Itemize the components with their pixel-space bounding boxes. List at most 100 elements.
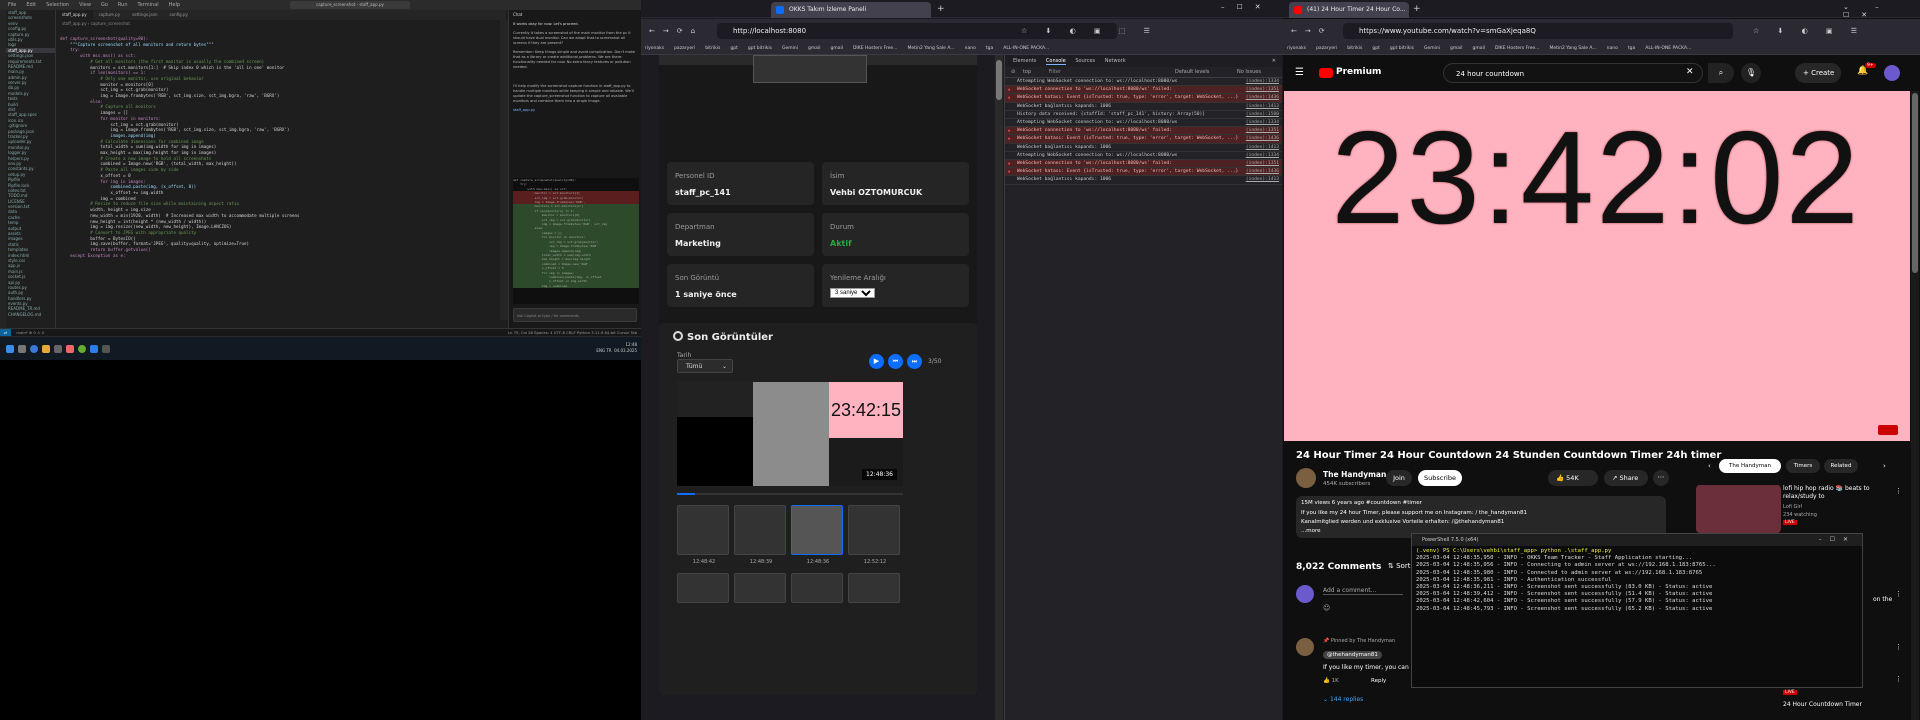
thumb-item[interactable]: 12:48:42 xyxy=(677,505,729,565)
chip-related[interactable]: Related xyxy=(1824,459,1858,473)
explorer-item[interactable]: CHANGELOG.md xyxy=(6,312,55,317)
tab-console[interactable]: Console xyxy=(1045,58,1066,65)
premium-logo[interactable]: Premium xyxy=(1336,67,1381,77)
bookmark-item[interactable]: Gemini xyxy=(782,46,798,51)
date-filter-select[interactable]: Tümü ⌄ xyxy=(677,359,733,373)
console-line[interactable]: WebSocket bağlantısı kapandı: 1006 (index… xyxy=(1005,144,1282,152)
channel-watermark[interactable] xyxy=(1878,425,1898,435)
console-line[interactable]: WebSocket bağlantısı kapandı: 1006 (index… xyxy=(1005,103,1282,111)
thumb-item[interactable] xyxy=(677,573,729,603)
code-line[interactable]: except Exception as e: xyxy=(60,253,500,259)
console-source-link[interactable]: (index):1334 xyxy=(1246,79,1279,84)
console-source-link[interactable]: (index):1334 xyxy=(1246,153,1279,158)
youtube-logo-icon[interactable] xyxy=(1319,68,1333,78)
more-options-icon[interactable]: ⋮ xyxy=(1895,487,1902,495)
recommended-title[interactable]: lofi hip hop radio 📚 beats to relax/stud… xyxy=(1783,485,1893,501)
minimap[interactable] xyxy=(500,20,508,320)
commenter-avatar[interactable] xyxy=(1296,638,1314,656)
console-line[interactable]: WebSocket hatası: Event {isTrusted: true… xyxy=(1005,168,1282,177)
reply-button[interactable]: Reply xyxy=(1371,678,1386,684)
bookmark-item[interactable]: gmail xyxy=(1450,46,1463,51)
console-line[interactable]: WebSocket connection to 'ws://localhost:… xyxy=(1005,86,1282,95)
refresh-interval-select[interactable]: 3 saniye xyxy=(830,288,875,298)
window-controls[interactable]: ⌄ –☐✕ xyxy=(1843,3,1920,19)
chip-next-icon[interactable]: › xyxy=(1883,462,1886,470)
thumb-item[interactable] xyxy=(791,573,843,603)
new-tab-button[interactable]: + xyxy=(937,4,945,14)
bookmark-item[interactable]: gmail xyxy=(1472,46,1485,51)
tab-youtube[interactable]: (41) 24 Hour Timer 24 Hour Co... xyxy=(1289,2,1409,18)
comment-author[interactable]: @thehandyman81 xyxy=(1323,651,1382,659)
bookmark-item[interactable]: gmail xyxy=(830,46,843,51)
join-button[interactable]: Join xyxy=(1386,470,1412,486)
context-select[interactable]: top xyxy=(1023,69,1031,75)
bookmark-item[interactable]: ALL-IN-ONE PACKA... xyxy=(1645,46,1691,51)
console-source-link[interactable]: (index):1436 xyxy=(1246,169,1279,174)
bookmarks-bar[interactable]: riyonaks pazaryeri bitrikis gpt gpt bitrikis… xyxy=(1283,43,1920,55)
share-button[interactable]: ↗ Share xyxy=(1604,470,1648,486)
tab-elements[interactable]: Elements xyxy=(1013,58,1036,64)
search-icon[interactable]: ⌕ xyxy=(1708,63,1734,83)
menu-item[interactable]: Edit xyxy=(26,2,36,8)
close-icon[interactable]: ✕ xyxy=(1272,55,1276,67)
recommended-title[interactable]: 24 Hour Countdown Timer xyxy=(1783,701,1862,708)
console-line[interactable]: Attempting WebSocket connection to: ws:/… xyxy=(1005,119,1282,128)
bookmark-item[interactable]: tga xyxy=(1628,46,1635,51)
bookmark-item[interactable]: ALL-IN-ONE PACKA... xyxy=(1003,46,1049,51)
window-controls[interactable]: –☐✕ xyxy=(1819,534,1856,546)
url-bar[interactable]: https://www.youtube.com/watch?v=smGaXjeq… xyxy=(1343,23,1733,39)
more-options-icon[interactable]: ⋮ xyxy=(1895,675,1902,683)
scrollbar-thumb[interactable] xyxy=(996,60,1002,100)
thumb-item[interactable] xyxy=(734,573,786,603)
bookmark-item[interactable]: DIKE Hosters Free... xyxy=(1495,46,1540,51)
explorer-icon[interactable] xyxy=(42,345,50,353)
edge-icon[interactable] xyxy=(30,345,38,353)
chip-timers[interactable]: Timers xyxy=(1786,459,1820,473)
bookmark-item[interactable]: gpt bitrikis xyxy=(1390,46,1414,51)
progress-track[interactable] xyxy=(677,493,903,495)
new-tab-button[interactable]: + xyxy=(1413,4,1421,14)
menu-item[interactable]: Selection xyxy=(46,2,69,8)
editor-tabs[interactable]: staff_app.py capture.py settings.json confi… xyxy=(56,10,506,20)
editor-tab[interactable]: staff_app.py xyxy=(56,10,93,20)
page-scrollbar[interactable] xyxy=(995,55,1003,720)
channel-avatar[interactable] xyxy=(1296,468,1316,488)
powershell-window[interactable]: PowerShell 7.5.0 (x64) –☐✕ (.venv) PS C:… xyxy=(1411,533,1863,688)
search-icon[interactable] xyxy=(18,345,26,353)
console-source-link[interactable]: (index):1413 xyxy=(1246,104,1279,109)
avatar[interactable] xyxy=(1884,65,1900,81)
console-line[interactable]: Attempting WebSocket connection to: ws:/… xyxy=(1005,152,1282,161)
issues-count[interactable]: No Issues xyxy=(1237,67,1261,78)
thumb-item[interactable]: 12:48:39 xyxy=(734,505,786,565)
bookmark-item[interactable]: gpt xyxy=(730,46,737,51)
scrollbar-thumb[interactable] xyxy=(1912,93,1918,273)
menu-item[interactable]: Run xyxy=(118,2,128,8)
branch-status[interactable]: main* ⊗ 0 ⚠ 0 xyxy=(16,330,44,335)
search-input[interactable]: 24 hour countdown xyxy=(1443,63,1703,83)
page-scrollbar[interactable] xyxy=(1911,91,1919,720)
menu-item[interactable]: Help xyxy=(169,2,180,8)
code-editor[interactable]: def capture_screenshot(quality=90): """C… xyxy=(60,36,500,336)
console-line[interactable]: WebSocket connection to 'ws://localhost:… xyxy=(1005,160,1282,169)
emoji-icon[interactable]: ☺ xyxy=(1323,604,1330,612)
thumb-item[interactable]: 12:52:12 xyxy=(848,505,900,565)
console-source-link[interactable]: (index):1351 xyxy=(1246,128,1279,133)
comment-like-button[interactable]: 👍 1K xyxy=(1323,678,1339,684)
bookmark-item[interactable]: pazaryeri xyxy=(1316,46,1337,51)
bookmark-item[interactable]: Metin2 Yang Sale A... xyxy=(907,46,954,51)
bookmark-item[interactable]: gpt bitrikis xyxy=(748,46,772,51)
bookmark-item[interactable]: bitrikis xyxy=(1347,46,1362,51)
firefox-icon[interactable] xyxy=(66,345,74,353)
start-icon[interactable] xyxy=(6,345,14,353)
subscribe-button[interactable]: Subscribe xyxy=(1418,470,1462,486)
chrome-icon[interactable] xyxy=(78,345,86,353)
bookmarks-bar[interactable]: riyonaks pazaryeri bitrikis gpt gpt bitrikis… xyxy=(641,43,1283,55)
console-source-link[interactable]: (index):1351 xyxy=(1246,87,1279,92)
more-actions-button[interactable]: ⋯ xyxy=(1653,470,1669,486)
mic-icon[interactable]: 🎙 xyxy=(1741,63,1761,83)
create-button[interactable]: + Create xyxy=(1795,63,1841,83)
thumb-item[interactable] xyxy=(848,573,900,603)
bookmark-item[interactable]: nano xyxy=(1607,46,1618,51)
bookmark-item[interactable]: Gemini xyxy=(1424,46,1440,51)
console-source-link[interactable]: (index):1436 xyxy=(1246,95,1279,100)
